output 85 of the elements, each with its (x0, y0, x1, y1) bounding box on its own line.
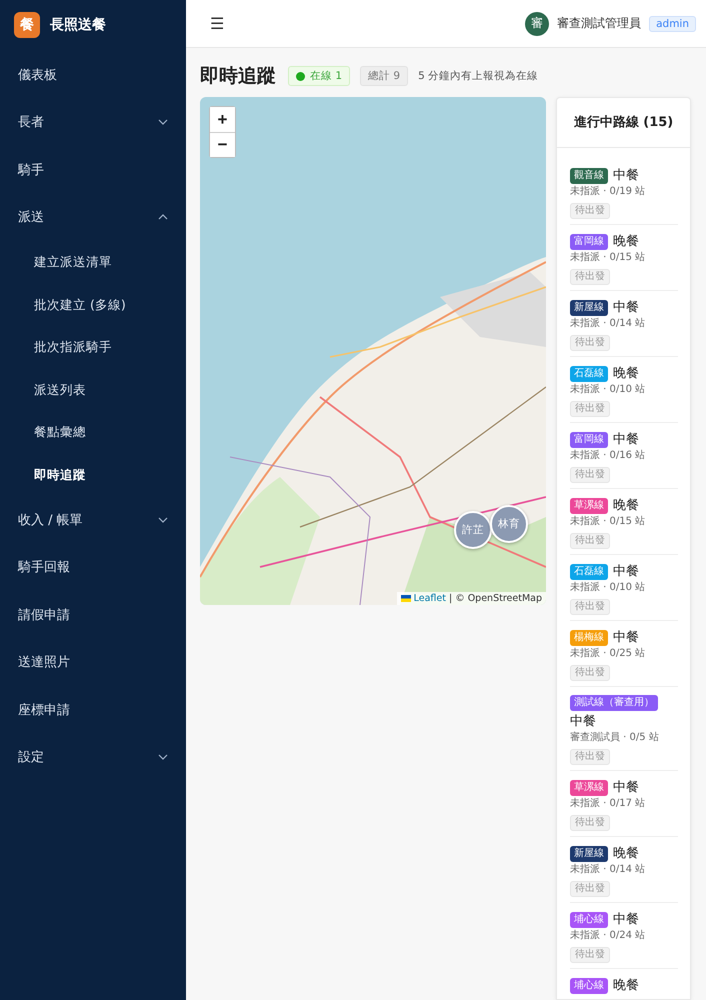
online-badge: 在線 1 (288, 66, 350, 86)
sidebar-item[interactable]: 騎手 (0, 146, 186, 194)
route-tag: 石磊線 (570, 366, 608, 382)
chevron-down-icon (158, 516, 168, 523)
route-info: 未指派 · 0/17 站 (570, 797, 646, 810)
route-tag: 草漯線 (570, 780, 608, 796)
status-tag: 待出發 (570, 815, 610, 831)
route-info: 未指派 · 0/15 站 (570, 515, 646, 528)
route-info: 未指派 · 0/10 站 (570, 383, 646, 396)
route-tag: 楊梅線 (570, 630, 608, 646)
status-tag: 待出發 (570, 401, 610, 417)
route-info: 未指派 · 0/14 站 (570, 863, 646, 876)
leaflet-link[interactable]: Leaflet (414, 593, 446, 604)
meal-label: 中餐 (613, 167, 639, 184)
meal-label: 中餐 (613, 299, 639, 316)
sidebar-item[interactable]: 設定 (0, 734, 186, 781)
meal-label: 晚餐 (613, 977, 639, 994)
sidebar-item[interactable]: 派送 (0, 194, 186, 241)
role-tag: admin (649, 16, 696, 32)
route-tag: 富岡線 (570, 432, 608, 448)
status-tag: 待出發 (570, 533, 610, 549)
user-avatar: 審 (525, 12, 550, 36)
sidebar-subitem[interactable]: 建立派送清單 (0, 241, 186, 284)
route-info: 未指派 · 0/15 站 (570, 251, 646, 264)
route-tag: 觀音線 (570, 168, 608, 184)
status-tag: 待出發 (570, 881, 610, 897)
panel-title: 進行中路線 (15) (557, 98, 690, 148)
status-tag: 待出發 (570, 203, 610, 219)
sidebar-item[interactable]: 長者 (0, 98, 186, 146)
sidebar-subitem[interactable]: 餐點彙總 (0, 411, 186, 454)
page-title: 即時追蹤 (200, 64, 276, 88)
sidebar-subitem[interactable]: 批次建立 (多線) (0, 284, 186, 326)
meal-label: 晚餐 (613, 845, 639, 862)
sidebar-subitem[interactable]: 即時追蹤 (0, 454, 186, 496)
route-info: 未指派 · 0/14 站 (570, 317, 646, 330)
status-tag: 待出發 (570, 665, 610, 681)
flag-icon (400, 595, 411, 602)
route-tag: 新屋線 (570, 300, 608, 316)
route-tag: 石磊線 (570, 564, 608, 580)
route-info: 未指派 · 0/16 站 (570, 449, 646, 462)
status-tag: 待出發 (570, 269, 610, 285)
menu-button[interactable]: ☰ (210, 14, 224, 34)
route-info: 未指派 · 0/10 站 (570, 581, 646, 594)
meal-label: 中餐 (613, 911, 639, 928)
online-note: 5 分鐘內有上報視為在線 (418, 69, 538, 83)
chevron-down-icon (158, 754, 168, 760)
sidebar-item[interactable]: 送達照片 (0, 638, 186, 686)
route-tag: 埔心線 (570, 978, 608, 994)
status-tag: 待出發 (570, 599, 610, 615)
app-name: 長照送餐 (50, 16, 106, 34)
route-tag: 新屋線 (570, 846, 608, 862)
chevron-up-icon (158, 214, 168, 220)
meal-label: 晚餐 (613, 233, 639, 250)
sidebar-item[interactable]: 騎手回報 (0, 544, 186, 591)
sidebar-item[interactable]: 座標申請 (0, 686, 186, 734)
route-info: 未指派 · 0/19 站 (570, 185, 646, 198)
route-tag: 草漯線 (570, 498, 608, 514)
route-info: 審查測試員 · 0/5 站 (570, 731, 660, 744)
route-info: 未指派 · 0/24 站 (570, 929, 646, 942)
status-tag: 待出發 (570, 947, 610, 963)
status-tag: 待出發 (570, 467, 610, 483)
status-tag: 待出發 (570, 335, 610, 351)
sidebar-item[interactable]: 儀表板 (0, 51, 186, 98)
zoom-out-button[interactable]: − (210, 132, 235, 157)
sidebar-item[interactable]: 請假申請 (0, 591, 186, 638)
sidebar-item[interactable]: 收入 / 帳單 (0, 496, 186, 544)
route-tag: 富岡線 (570, 234, 608, 250)
sidebar-subitem[interactable]: 派送列表 (0, 368, 186, 411)
app-logo: 餐 (14, 12, 40, 38)
chevron-down-icon (158, 119, 168, 126)
meal-label: 中餐 (570, 713, 596, 730)
meal-label: 中餐 (613, 629, 639, 646)
user-name: 審查測試管理員 (557, 15, 642, 32)
status-tag: 待出發 (570, 749, 610, 765)
meal-label: 中餐 (613, 431, 639, 448)
route-tag: 測試線（審查用） (570, 695, 658, 711)
meal-label: 晚餐 (613, 365, 639, 382)
sidebar-subitem[interactable]: 批次指派騎手 (0, 326, 186, 368)
attribution-text: | © OpenStreetMap (448, 593, 542, 604)
total-badge: 總計 9 (360, 66, 408, 86)
meal-label: 中餐 (613, 779, 639, 796)
meal-label: 晚餐 (613, 497, 639, 514)
route-tag: 埔心線 (570, 912, 608, 928)
meal-label: 中餐 (613, 563, 639, 580)
route-info: 未指派 · 0/25 站 (570, 647, 646, 660)
